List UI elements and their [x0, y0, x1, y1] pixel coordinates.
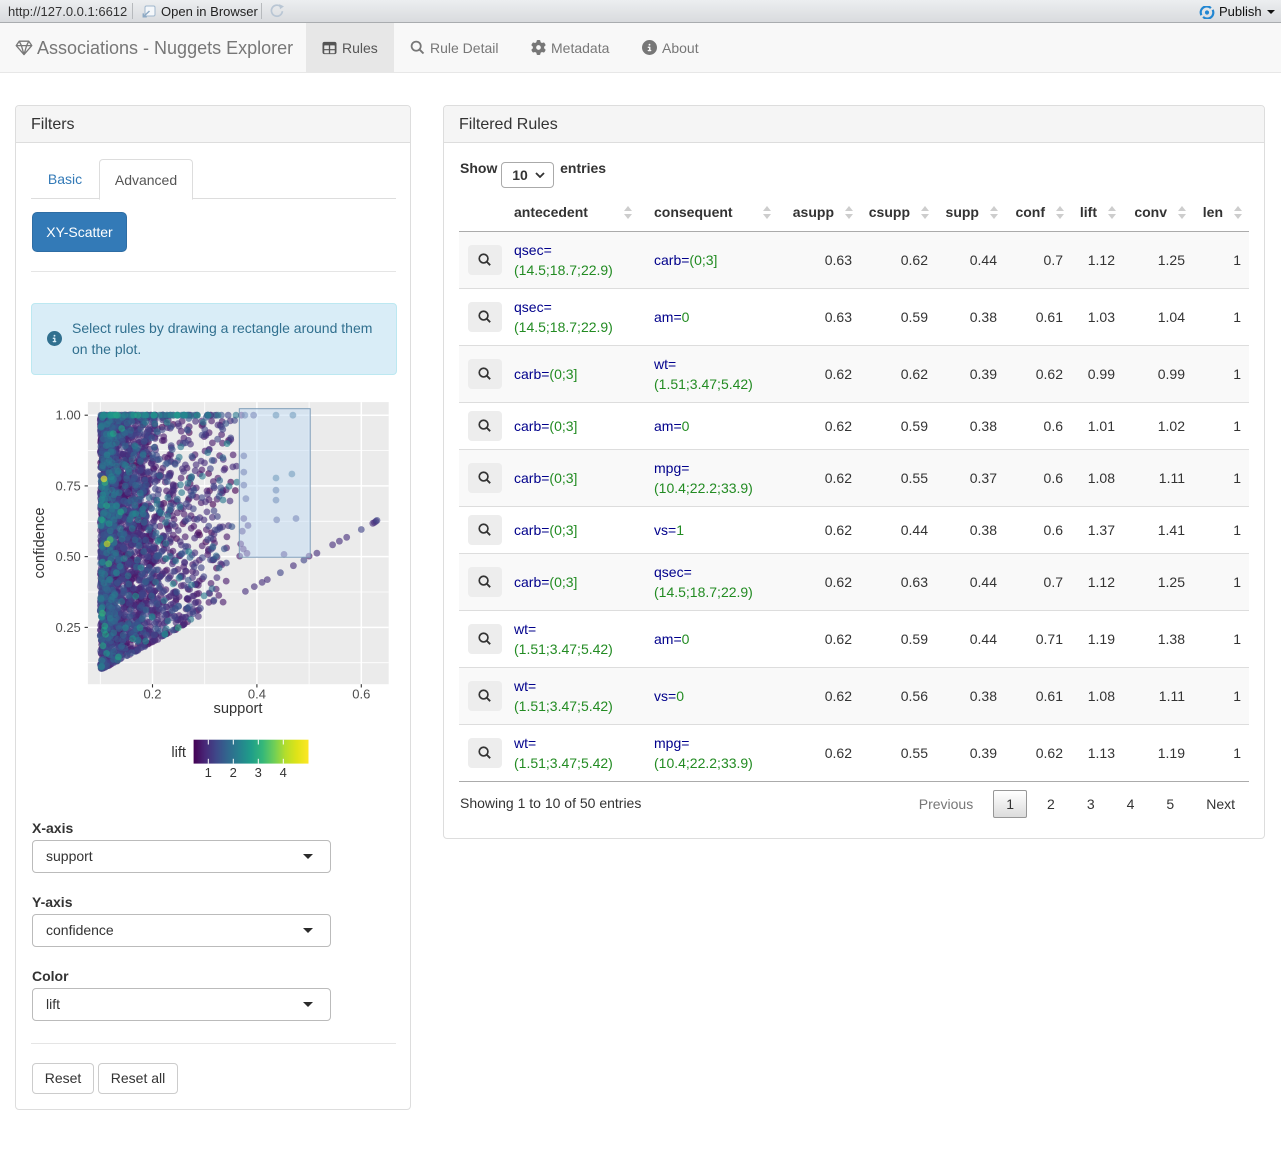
svg-text:1: 1	[205, 765, 212, 780]
svg-text:lift: lift	[171, 745, 186, 761]
svg-text:support: support	[214, 701, 263, 717]
svg-text:4: 4	[280, 765, 287, 780]
svg-text:0.2: 0.2	[143, 687, 161, 702]
svg-text:3: 3	[255, 765, 262, 780]
svg-text:0.75: 0.75	[55, 478, 80, 493]
svg-text:0.50: 0.50	[55, 549, 80, 564]
svg-text:0.25: 0.25	[55, 620, 80, 635]
svg-text:0.4: 0.4	[248, 687, 266, 702]
svg-text:0.6: 0.6	[352, 687, 370, 702]
svg-text:1.00: 1.00	[55, 408, 80, 423]
svg-text:2: 2	[230, 765, 237, 780]
svg-text:confidence: confidence	[32, 507, 48, 578]
